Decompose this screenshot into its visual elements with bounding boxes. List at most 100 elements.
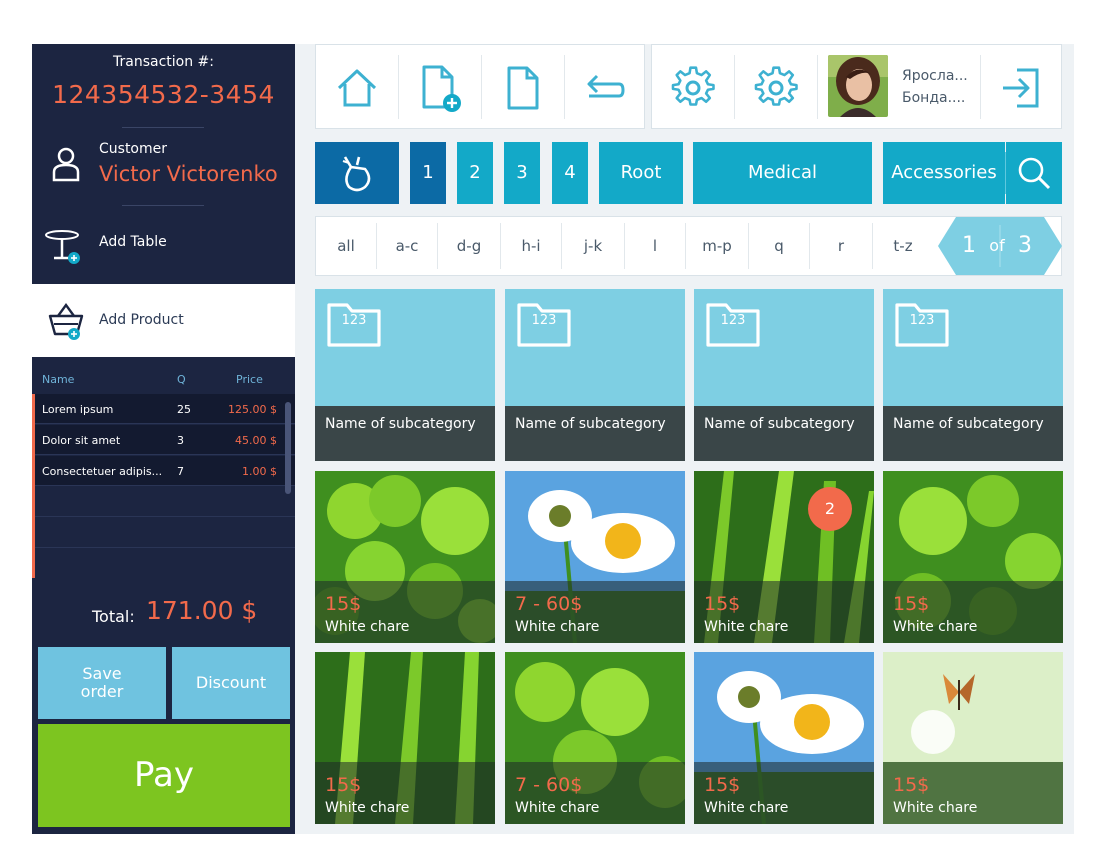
item-quantity: 7 — [177, 465, 184, 478]
avatar[interactable] — [828, 55, 888, 117]
save-order-label-line2: order — [80, 682, 124, 701]
order-scrollbar[interactable] — [285, 402, 291, 494]
logout-icon — [1003, 68, 1039, 107]
category-bar: 1 2 3 4 Root Medical Accessories — [315, 142, 1062, 204]
product-tile[interactable]: 15$ White chare — [315, 652, 495, 824]
folder-number: 123 — [341, 313, 367, 328]
undo-icon — [587, 74, 625, 97]
product-tile[interactable]: 2 15$ White chare — [694, 471, 874, 643]
total-value: 171.00 $ — [146, 596, 258, 625]
order-row[interactable]: Dolor sit amet 3 45.00 $ — [32, 425, 295, 455]
product-tile[interactable]: 15$ White chare — [315, 471, 495, 643]
settings-toolbar: Яросла... Бонда.... — [651, 44, 1062, 129]
product-price: 15$ — [325, 774, 362, 796]
pay-button[interactable]: Pay — [38, 724, 290, 827]
filter-all[interactable]: all — [316, 217, 376, 275]
subcategory-name: Name of subcategory — [694, 406, 874, 461]
category-number-1[interactable]: 1 — [410, 142, 446, 204]
item-price: 125.00 $ — [228, 403, 277, 416]
filter-j-k[interactable]: j-k — [562, 217, 624, 275]
category-root[interactable]: Root — [599, 142, 683, 204]
avatar-image — [828, 55, 888, 117]
add-basket-icon — [48, 302, 84, 340]
pagination-current[interactable]: 1 — [954, 217, 984, 275]
undo-button[interactable] — [565, 45, 645, 130]
search-button[interactable] — [1006, 142, 1062, 204]
category-number-4[interactable]: 4 — [552, 142, 588, 204]
product-tile[interactable]: 15$ White chare — [883, 471, 1063, 643]
subcategory-tile[interactable]: 123 Name of subcategory — [883, 289, 1063, 461]
product-name: White chare — [325, 619, 410, 635]
customer-label: Customer — [99, 141, 168, 157]
product-name: White chare — [515, 619, 600, 635]
spray-bottle-icon — [342, 156, 371, 192]
logout-button[interactable] — [981, 45, 1061, 130]
pos-app: Transaction #: 124354532-3454 Customer V… — [32, 44, 1074, 834]
product-price: 7 - 60$ — [515, 774, 583, 796]
settings-icon — [671, 65, 715, 106]
category-accessories[interactable]: Accessories — [883, 142, 1005, 204]
product-price: 7 - 60$ — [515, 593, 583, 615]
subcategory-name: Name of subcategory — [315, 406, 495, 461]
add-table-button[interactable]: Add Table — [32, 218, 295, 278]
filter-l[interactable]: l — [625, 217, 685, 275]
subcategory-tile[interactable]: 123 Name of subcategory — [505, 289, 685, 461]
column-price: Price — [236, 373, 263, 386]
category-number-2[interactable]: 2 — [457, 142, 493, 204]
settings-button[interactable] — [652, 45, 734, 130]
filter-m-p[interactable]: m-p — [686, 217, 748, 275]
filter-h-i[interactable]: h-i — [501, 217, 561, 275]
filter-t-z[interactable]: t-z — [873, 217, 933, 275]
product-tile[interactable]: 15$ White chare — [694, 652, 874, 824]
empty-row — [32, 487, 295, 517]
subcategory-name: Name of subcategory — [883, 406, 1063, 461]
category-medical[interactable]: Medical — [693, 142, 872, 204]
save-order-label-line1: Save — [82, 664, 122, 683]
customer-name[interactable]: Victor Victorenko — [99, 162, 278, 186]
subcategory-tile[interactable]: 123 Name of subcategory — [694, 289, 874, 461]
filter-q[interactable]: q — [749, 217, 809, 275]
item-price: 1.00 $ — [242, 465, 277, 478]
add-product-label: Add Product — [99, 312, 184, 328]
new-document-button[interactable] — [399, 45, 481, 130]
quantity-badge: 2 — [808, 487, 852, 531]
home-button[interactable] — [316, 45, 398, 130]
product-tile[interactable]: 7 - 60$ White chare — [505, 471, 685, 643]
user-last-name: Бонда.... — [902, 90, 966, 106]
save-order-button[interactable]: Save order — [38, 647, 166, 719]
settings-icon — [754, 65, 798, 106]
product-name: White chare — [515, 800, 600, 816]
discount-button[interactable]: Discount — [172, 647, 290, 719]
divider — [122, 205, 204, 206]
category-number-3[interactable]: 3 — [504, 142, 540, 204]
subcategory-tile[interactable]: 123 Name of subcategory — [315, 289, 495, 461]
user-icon — [52, 147, 80, 182]
subcategory-name: Name of subcategory — [505, 406, 685, 461]
filter-d-g[interactable]: d-g — [438, 217, 500, 275]
user-name[interactable]: Яросла... Бонда.... — [902, 65, 968, 109]
folder-number: 123 — [909, 313, 935, 328]
cleaning-category-button[interactable] — [315, 142, 399, 204]
product-name: White chare — [893, 619, 978, 635]
item-quantity: 3 — [177, 434, 184, 447]
search-icon — [1018, 157, 1051, 190]
document-button[interactable] — [482, 45, 564, 130]
item-price: 45.00 $ — [235, 434, 277, 447]
folder-number: 123 — [531, 313, 557, 328]
product-tile[interactable]: 15$ White chare — [883, 652, 1063, 824]
order-accent-bar — [32, 394, 35, 578]
transaction-label: Transaction #: — [113, 54, 214, 70]
product-name: White chare — [893, 800, 978, 816]
order-row[interactable]: Lorem ipsum 25 125.00 $ — [32, 394, 295, 424]
product-tile[interactable]: 7 - 60$ White chare — [505, 652, 685, 824]
total-label: Total: — [92, 607, 135, 626]
order-row[interactable]: Consectetuer adipis... 7 1.00 $ — [32, 456, 295, 486]
empty-row — [32, 549, 295, 579]
filter-a-c[interactable]: a-c — [377, 217, 437, 275]
filter-r[interactable]: r — [810, 217, 872, 275]
preferences-button[interactable] — [735, 45, 817, 130]
catalog-area: Яросла... Бонда.... 1 2 3 4 Root Medical… — [295, 44, 1074, 834]
pagination-total[interactable]: 3 — [1010, 217, 1040, 275]
product-price: 15$ — [325, 593, 362, 615]
add-product-button[interactable]: Add Product — [32, 284, 295, 357]
